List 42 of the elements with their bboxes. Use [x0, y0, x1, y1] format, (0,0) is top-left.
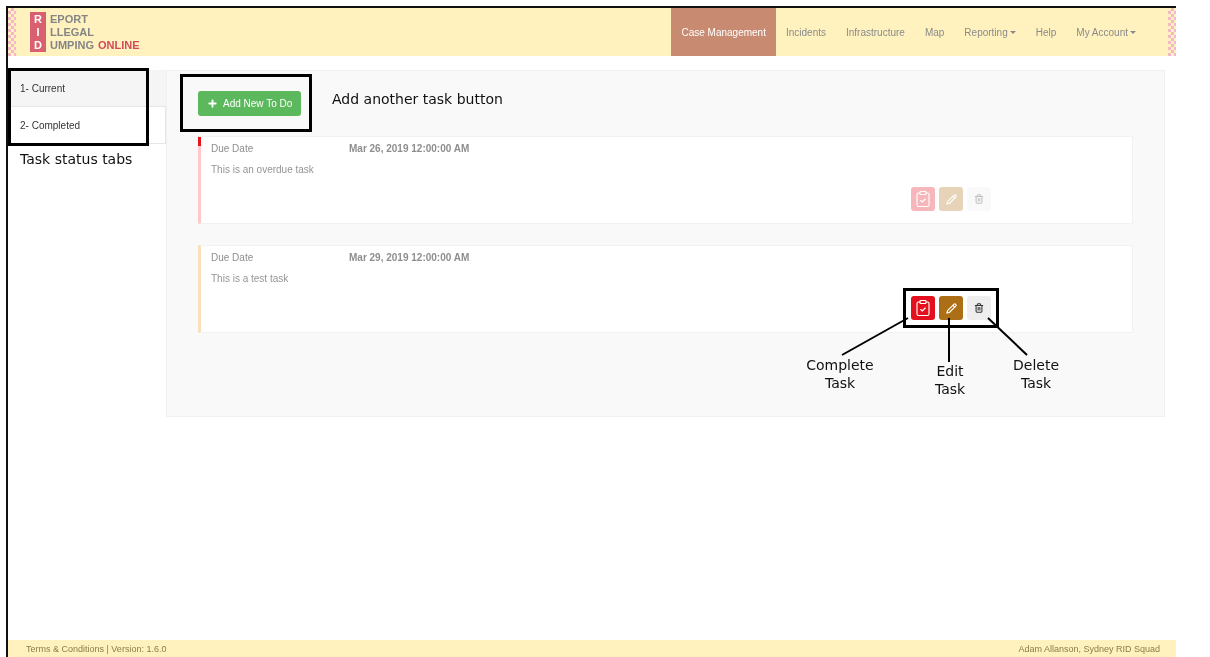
footer-user: Adam Allanson, Sydney RID Squad	[1018, 643, 1160, 654]
nav-link[interactable]: Case Management	[671, 8, 776, 56]
callout-text: Edit Task	[933, 362, 967, 398]
logo-badge: R I D	[30, 12, 46, 52]
nav-link[interactable]: Incidents	[775, 8, 836, 56]
leader-line	[987, 317, 1028, 356]
callout-text: Delete Task	[1012, 356, 1060, 392]
clipboard-check-icon	[914, 190, 932, 208]
task-description: This is a test task	[211, 273, 290, 284]
logo-word: UMPING ONLINE	[50, 38, 140, 52]
leader-line	[841, 317, 909, 356]
complete-button[interactable]	[911, 296, 935, 320]
logo-word: LLEGAL	[50, 25, 95, 39]
footer-text: Terms & Conditions | Version: 1.6.0	[26, 643, 167, 654]
trash-icon	[974, 194, 984, 204]
task-description: This is an overdue task	[211, 164, 315, 175]
due-label: Due Date	[211, 143, 255, 154]
edit-button[interactable]	[939, 296, 963, 320]
leader-line	[948, 317, 950, 363]
callout-text: Complete Task	[805, 356, 875, 392]
delete-button[interactable]	[967, 296, 991, 320]
checker-border	[1168, 8, 1176, 56]
due-date: Mar 26, 2019 12:00:00 AM	[349, 143, 470, 154]
nav-link[interactable]: Help	[1025, 8, 1067, 56]
add-todo-button[interactable]: Add New To Do	[198, 91, 302, 116]
pencil-icon	[945, 193, 957, 205]
due-label: Due Date	[211, 252, 255, 263]
checker-border	[8, 8, 16, 56]
status-tab[interactable]: 1- Current	[8, 70, 166, 107]
nav-link[interactable]: My Account	[1066, 8, 1146, 56]
nav-link[interactable]: Reporting	[954, 8, 1026, 56]
callout-text: Add another task button	[332, 90, 503, 108]
pencil-icon	[945, 302, 957, 314]
logo-word: EPORT	[50, 12, 89, 26]
due-date: Mar 29, 2019 12:00:00 AM	[349, 252, 470, 263]
callout-text: Task status tabs	[20, 150, 133, 168]
overdue-marker	[198, 137, 201, 146]
trash-icon	[974, 303, 984, 313]
clipboard-check-icon	[914, 299, 932, 317]
plus-icon	[207, 98, 218, 109]
nav-link[interactable]: Infrastructure	[836, 8, 915, 56]
nav-link[interactable]: Map	[914, 8, 955, 56]
